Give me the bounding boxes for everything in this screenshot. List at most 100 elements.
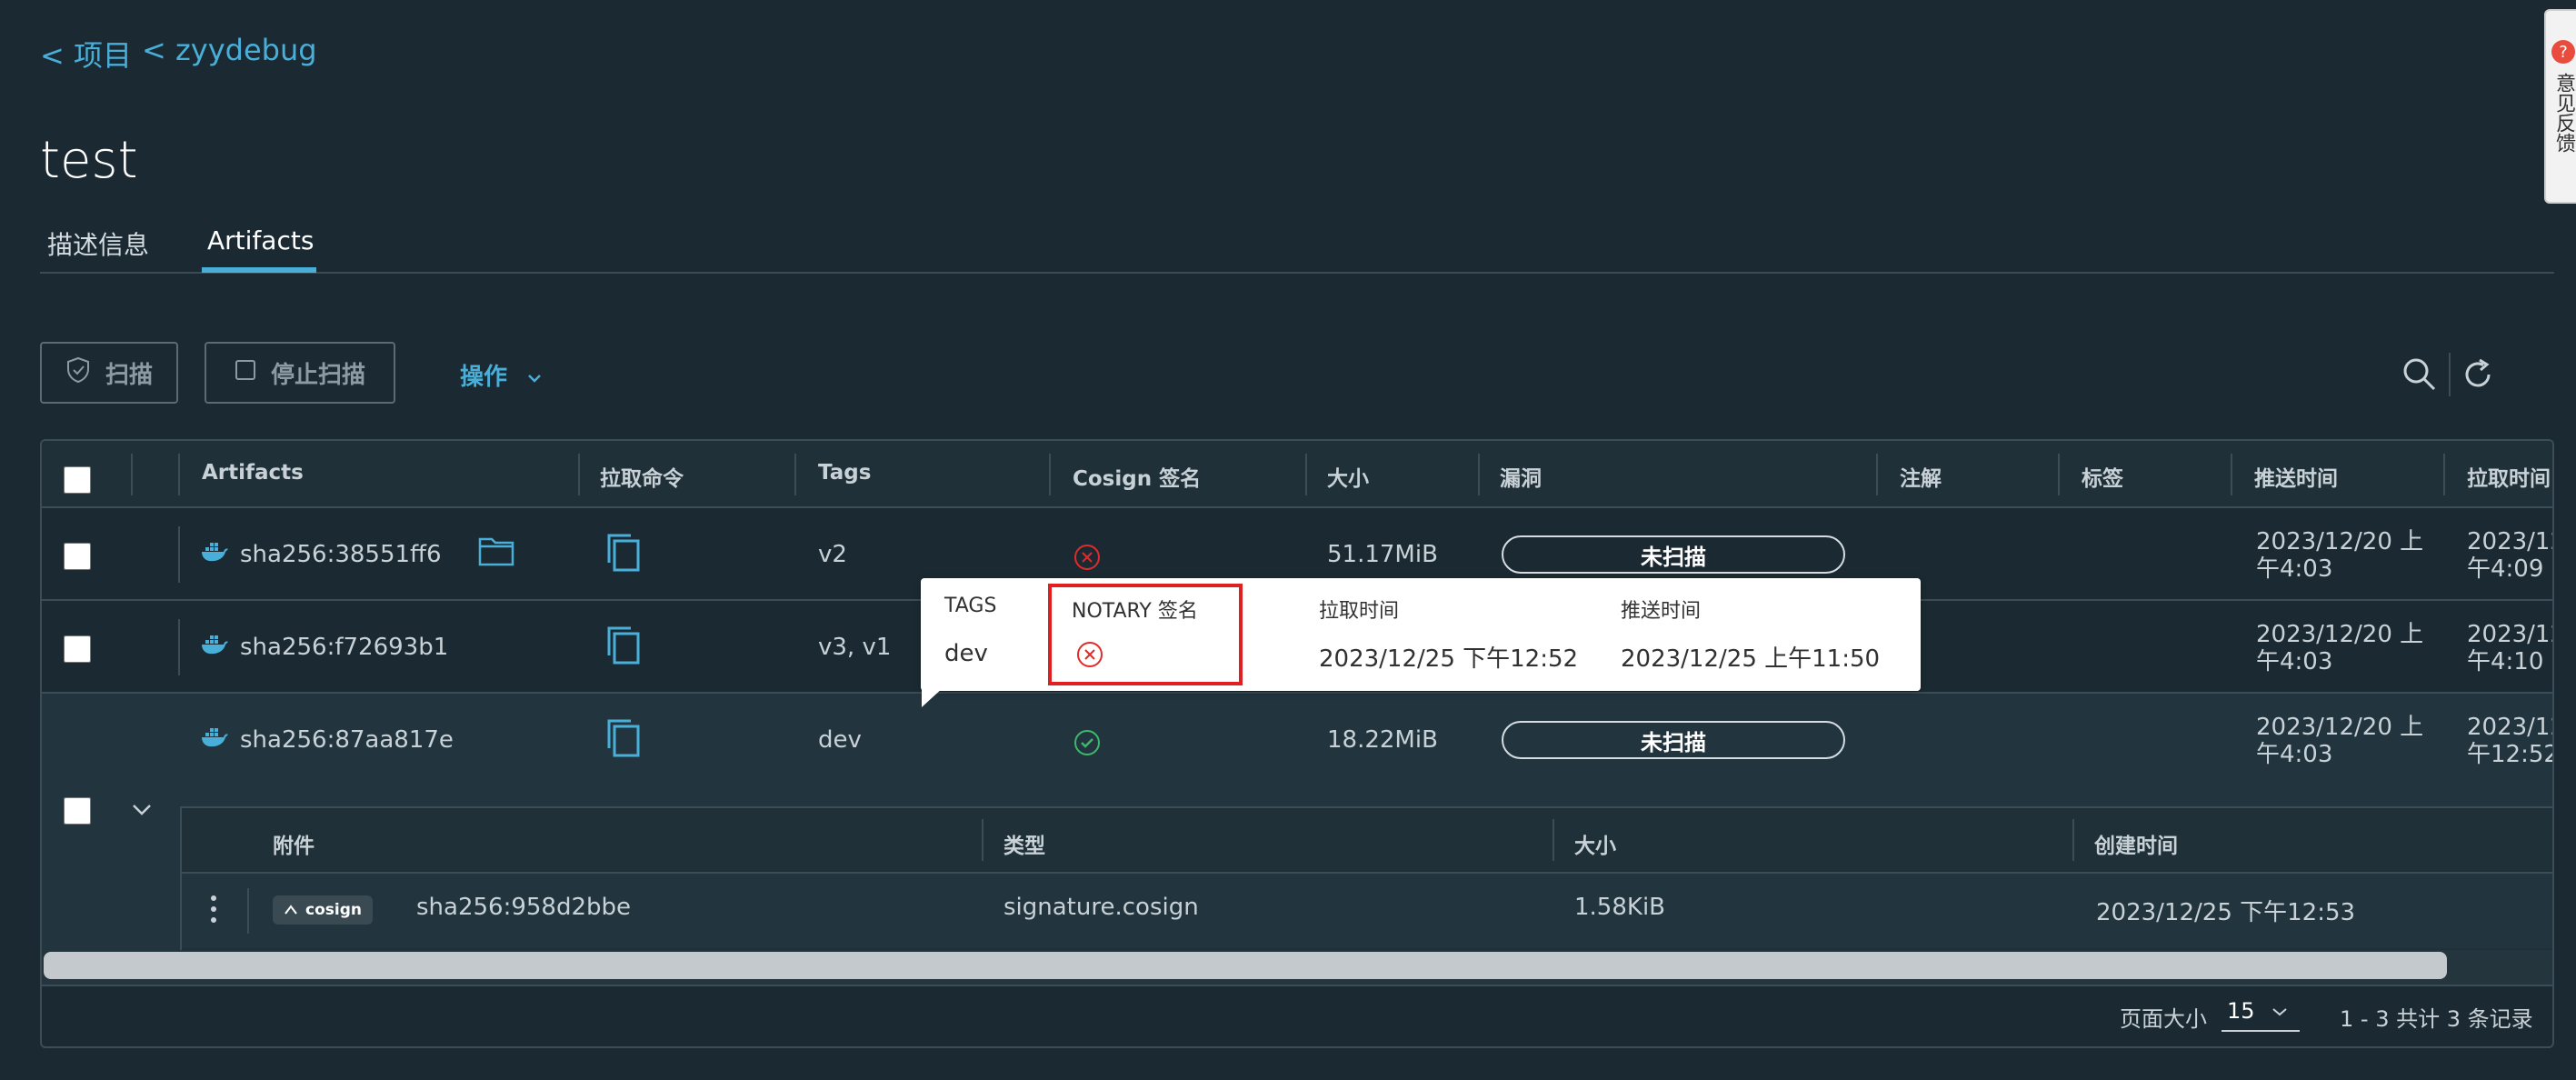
pagination-summary: 1 - 3 共计 3 条记录	[2340, 1006, 2533, 1032]
vulnerability-label: 未扫描	[1641, 544, 1706, 570]
page-size-label: 页面大小	[2120, 1006, 2207, 1032]
column-divider	[1478, 454, 1480, 495]
scan-button[interactable]: 扫描	[40, 342, 178, 404]
pull-time-line1: 2023/12	[2467, 528, 2552, 555]
pull-time-line2: 午12:52	[2467, 741, 2554, 768]
feedback-badge: ?	[2551, 40, 2575, 64]
feedback-label: 意见反馈	[2552, 73, 2575, 153]
artifact-digest-link[interactable]: sha256:87aa817e	[240, 726, 454, 754]
search-icon[interactable]	[2401, 356, 2438, 396]
copy-icon[interactable]	[605, 717, 642, 763]
vulnerability-status[interactable]: 未扫描	[1502, 721, 1845, 759]
size-value: 51.17MiB	[1327, 541, 1438, 568]
row-checkbox[interactable]	[64, 797, 91, 825]
select-all-checkbox[interactable]	[64, 466, 91, 494]
column-pull-command[interactable]: 拉取命令	[600, 461, 684, 492]
copy-icon[interactable]	[605, 532, 642, 577]
row-checkbox[interactable]	[64, 635, 91, 663]
pull-time-line1: 2023/12	[2467, 621, 2552, 648]
accessory-type: signature.cosign	[1003, 894, 1199, 921]
accessory-column-name[interactable]: 附件	[273, 828, 315, 859]
check-circle-icon	[1073, 728, 1102, 761]
tags-value: v2	[818, 541, 847, 568]
tab-description[interactable]: 描述信息	[47, 225, 149, 262]
accessory-table: 附件 类型 大小 创建时间 cosign sha256:958d2bbe sig…	[180, 806, 2552, 950]
column-annotations[interactable]: 注解	[1900, 461, 1942, 492]
stop-scan-label: 停止扫描	[270, 361, 365, 389]
accessory-header: 附件 类型 大小 创建时间	[182, 808, 2552, 874]
column-size[interactable]: 大小	[1327, 461, 1369, 492]
pull-time-line2: 午4:09	[2467, 555, 2544, 583]
column-divider	[178, 619, 180, 675]
popup-header-push-time: 推送时间	[1621, 600, 1702, 623]
pull-time: 2023/12午4:09	[2467, 528, 2552, 583]
push-time: 2023/12/20 上午4:03	[2256, 621, 2423, 675]
column-divider	[178, 526, 180, 583]
refresh-icon[interactable]	[2460, 356, 2496, 396]
docker-icon	[200, 726, 229, 752]
shield-icon	[65, 356, 91, 390]
feedback-side-tab[interactable]: ? 意见反馈	[2544, 9, 2576, 204]
cosign-icon	[284, 902, 298, 919]
tab-artifacts[interactable]: Artifacts	[207, 225, 314, 255]
column-divider	[2072, 819, 2074, 861]
accessory-created: 2023/12/25 下午12:53	[2096, 899, 2356, 926]
column-divider	[1553, 819, 1554, 861]
column-artifacts[interactable]: Artifacts	[202, 461, 304, 485]
chevron-down-icon[interactable]	[131, 803, 153, 821]
column-divider	[2443, 454, 2445, 495]
accessory-size: 1.58KiB	[1574, 894, 1666, 921]
breadcrumb-zyydebug[interactable]: < zyydebug	[142, 33, 317, 67]
page-size-select[interactable]: 15	[2222, 992, 2300, 1032]
push-time: 2023/12/20 上午4:03	[2256, 714, 2423, 768]
popup-push-time: 2023/12/25 上午11:50	[1621, 645, 1881, 673]
accessory-row: cosign sha256:958d2bbe signature.cosign …	[182, 874, 2552, 948]
accessory-column-size[interactable]: 大小	[1574, 828, 1616, 859]
push-time-line2: 午4:03	[2256, 555, 2333, 583]
column-pull-time[interactable]: 拉取时间	[2467, 461, 2551, 492]
row-checkbox[interactable]	[64, 543, 91, 570]
tab-active-indicator	[202, 267, 316, 273]
accessory-column-type[interactable]: 类型	[1003, 828, 1045, 859]
column-push-time[interactable]: 推送时间	[2254, 461, 2338, 492]
docker-icon	[200, 541, 229, 566]
column-cosign[interactable]: Cosign 签名	[1073, 461, 1201, 492]
cosign-badge-label: cosign	[305, 901, 362, 919]
horizontal-scrollbar-thumb[interactable]	[44, 952, 2447, 979]
accessory-column-created[interactable]: 创建时间	[2094, 828, 2178, 859]
folder-icon[interactable]	[478, 535, 514, 570]
column-divider	[794, 454, 796, 495]
cosign-badge: cosign	[273, 895, 373, 925]
accessory-digest-link[interactable]: sha256:958d2bbe	[416, 894, 631, 921]
artifact-digest-link[interactable]: sha256:38551ff6	[240, 541, 442, 568]
vulnerability-status[interactable]: 未扫描	[1502, 535, 1845, 574]
actions-dropdown[interactable]: 操作	[460, 358, 542, 392]
toolbar-divider	[2449, 353, 2451, 396]
breadcrumb-projects[interactable]: < 项目	[40, 33, 132, 75]
column-divider	[2231, 454, 2232, 495]
pull-time-line1: 2023/12	[2467, 714, 2552, 741]
pull-time: 2023/12午4:10	[2467, 621, 2552, 675]
column-divider	[1305, 454, 1307, 495]
push-time-line1: 2023/12/20 上	[2256, 621, 2424, 648]
column-vulnerabilities[interactable]: 漏洞	[1500, 461, 1542, 492]
push-time-line1: 2023/12/20 上	[2256, 714, 2424, 741]
column-divider	[2058, 454, 2060, 495]
more-vertical-icon[interactable]	[209, 894, 218, 928]
column-divider	[982, 819, 983, 861]
popup-pull-time: 2023/12/25 下午12:52	[1319, 645, 1579, 673]
popup-tag-value: dev	[944, 640, 988, 667]
stop-scan-button[interactable]: 停止扫描	[205, 342, 395, 404]
artifact-digest-link[interactable]: sha256:f72693b1	[240, 634, 448, 661]
copy-icon[interactable]	[605, 625, 642, 670]
column-labels[interactable]: 标签	[2082, 461, 2123, 492]
popover-pointer	[922, 687, 944, 707]
column-tags[interactable]: Tags	[818, 461, 871, 485]
column-divider	[578, 454, 580, 495]
tabs-divider	[40, 272, 2554, 274]
highlight-box	[1048, 584, 1243, 685]
chevron-down-icon	[527, 362, 542, 389]
push-time-line2: 午4:03	[2256, 648, 2333, 675]
actions-label: 操作	[460, 364, 508, 391]
artifacts-datagrid: Artifacts 拉取命令 Tags Cosign 签名 大小 漏洞 注解 标…	[40, 439, 2554, 1048]
